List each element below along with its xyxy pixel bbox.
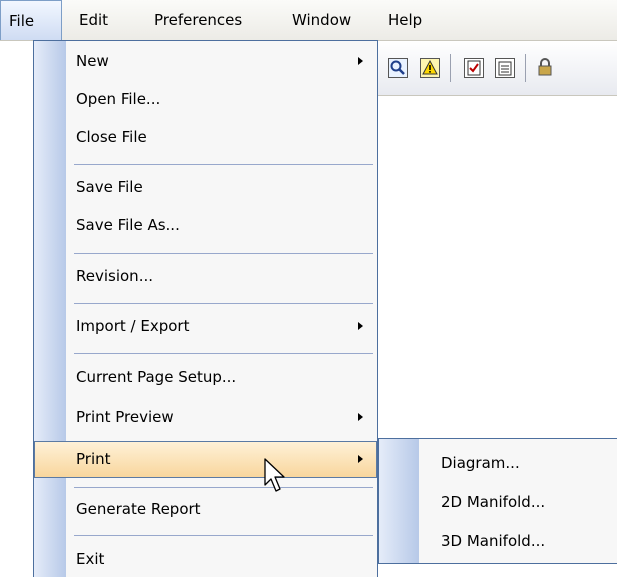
menu-separator	[74, 303, 373, 304]
checklist-icon[interactable]	[464, 58, 484, 78]
menu-separator	[74, 253, 373, 254]
submenu-item-2d-manifold[interactable]: 2D Manifold...	[379, 484, 617, 521]
menu-item-label: Save File As...	[76, 216, 180, 234]
zoom-find-icon[interactable]	[388, 58, 408, 78]
menubar-file[interactable]: File	[0, 0, 62, 40]
menu-item-current-page-setup[interactable]: Current Page Setup...	[34, 359, 377, 396]
menubar-file-label: File	[9, 12, 35, 30]
menu-item-revision[interactable]: Revision...	[34, 258, 377, 295]
menubar-preferences-label: Preferences	[154, 11, 243, 29]
menu-item-label: Revision...	[76, 267, 153, 285]
menu-item-label: Diagram...	[441, 454, 520, 472]
menubar-edit-label: Edit	[79, 11, 109, 29]
menu-item-print-preview[interactable]: Print Preview	[34, 399, 377, 436]
menu-item-generate-report[interactable]: Generate Report	[34, 491, 377, 528]
submenu-arrow-icon	[358, 413, 363, 421]
menu-item-label: Print Preview	[76, 408, 174, 426]
menu-item-close-file[interactable]: Close File	[34, 119, 377, 156]
mouse-pointer-icon	[264, 458, 285, 492]
menu-item-import-export[interactable]: Import / Export	[34, 308, 377, 345]
submenu-arrow-icon	[358, 455, 363, 463]
menu-separator	[74, 535, 373, 536]
menu-item-label: 3D Manifold...	[441, 532, 546, 550]
menu-item-label: New	[76, 52, 109, 70]
print-submenu: Diagram... 2D Manifold... 3D Manifold...	[378, 438, 617, 564]
menu-item-label: Current Page Setup...	[76, 368, 237, 386]
submenu-arrow-icon	[358, 322, 363, 330]
menu-item-label: Generate Report	[76, 500, 201, 518]
menubar-help-label: Help	[388, 11, 423, 29]
menu-bar: File Edit Preferences Window Help	[0, 0, 617, 41]
toolbar-separator	[525, 54, 526, 82]
report-icon[interactable]	[495, 58, 515, 78]
menu-separator	[74, 353, 373, 354]
lock-icon[interactable]	[536, 58, 556, 78]
menubar-help[interactable]: Help	[380, 0, 430, 40]
menu-separator	[74, 164, 373, 165]
menu-item-label: Exit	[76, 550, 105, 568]
menu-item-save-file-as[interactable]: Save File As...	[34, 207, 377, 244]
menu-separator	[74, 487, 373, 488]
menu-item-label: Import / Export	[76, 317, 190, 335]
menu-item-open-file[interactable]: Open File...	[34, 81, 377, 118]
toolbar	[370, 41, 617, 96]
menu-item-label: Close File	[76, 128, 147, 146]
menu-item-new[interactable]: New	[34, 43, 377, 80]
submenu-arrow-icon	[358, 57, 363, 65]
menubar-edit[interactable]: Edit	[71, 0, 116, 40]
menu-item-label: Print	[76, 450, 111, 468]
warning-icon[interactable]	[420, 58, 440, 78]
file-menu: New Open File... Close File Save File Sa…	[33, 40, 378, 577]
menu-item-label: Open File...	[76, 90, 161, 108]
toolbar-separator	[450, 54, 451, 82]
menu-item-print[interactable]: Print	[34, 441, 377, 478]
menubar-window-label: Window	[292, 11, 352, 29]
menu-item-label: Save File	[76, 178, 143, 196]
menu-item-label: 2D Manifold...	[441, 493, 546, 511]
menu-item-exit[interactable]: Exit	[34, 541, 377, 578]
submenu-item-diagram[interactable]: Diagram...	[379, 445, 617, 482]
submenu-item-3d-manifold[interactable]: 3D Manifold...	[379, 523, 617, 560]
menubar-window[interactable]: Window	[284, 0, 359, 40]
menu-item-save-file[interactable]: Save File	[34, 169, 377, 206]
menubar-preferences[interactable]: Preferences	[146, 0, 250, 40]
